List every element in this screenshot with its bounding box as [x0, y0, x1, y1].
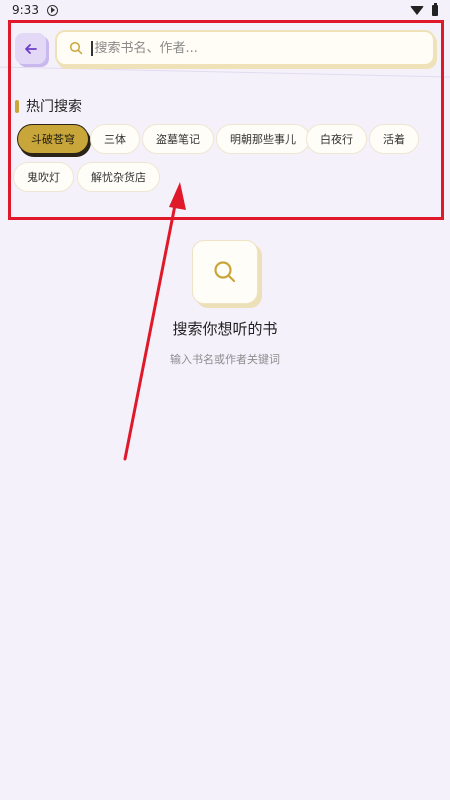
- status-bar: 9:33: [0, 0, 450, 20]
- hot-tag[interactable]: 明朝那些事儿: [216, 124, 310, 154]
- status-time: 9:33: [12, 3, 39, 17]
- empty-state-title: 搜索你想听的书: [172, 320, 278, 338]
- hot-tag[interactable]: 活着: [369, 124, 419, 154]
- arrow-left-icon: [24, 43, 37, 54]
- hot-search-title: 热门搜索: [26, 99, 82, 115]
- hot-tag[interactable]: 盗墓笔记: [142, 124, 214, 154]
- battery-icon: [432, 2, 438, 16]
- empty-state-illustration: [192, 240, 258, 304]
- search-icon: [214, 261, 236, 283]
- back-button[interactable]: [15, 33, 46, 64]
- hot-tag[interactable]: 斗破苍穹: [17, 124, 89, 154]
- search-header: 热门搜索 斗破苍穹 三体 盗墓笔记 明朝那些事儿 白夜行 活着 鬼吹灯 解忧杂货…: [0, 20, 450, 220]
- hot-search-heading: 热门搜索: [15, 96, 82, 116]
- wifi-icon: [410, 5, 424, 15]
- status-icons: [410, 2, 438, 16]
- hot-tag[interactable]: 鬼吹灯: [13, 162, 74, 192]
- hot-tag[interactable]: 白夜行: [306, 124, 367, 154]
- empty-state-subtitle: 输入书名或作者关键词: [170, 353, 280, 366]
- search-screen: 9:33 热门搜索 斗破苍穹 三体 盗: [0, 0, 450, 800]
- text-cursor: [91, 40, 93, 56]
- hot-tag[interactable]: 三体: [90, 124, 140, 154]
- media-play-icon: [46, 4, 58, 16]
- search-bar[interactable]: [55, 30, 435, 66]
- search-input[interactable]: [94, 40, 433, 56]
- search-icon: [69, 41, 83, 55]
- hot-tag[interactable]: 解忧杂货店: [77, 162, 160, 192]
- heading-accent-bar: [15, 99, 19, 113]
